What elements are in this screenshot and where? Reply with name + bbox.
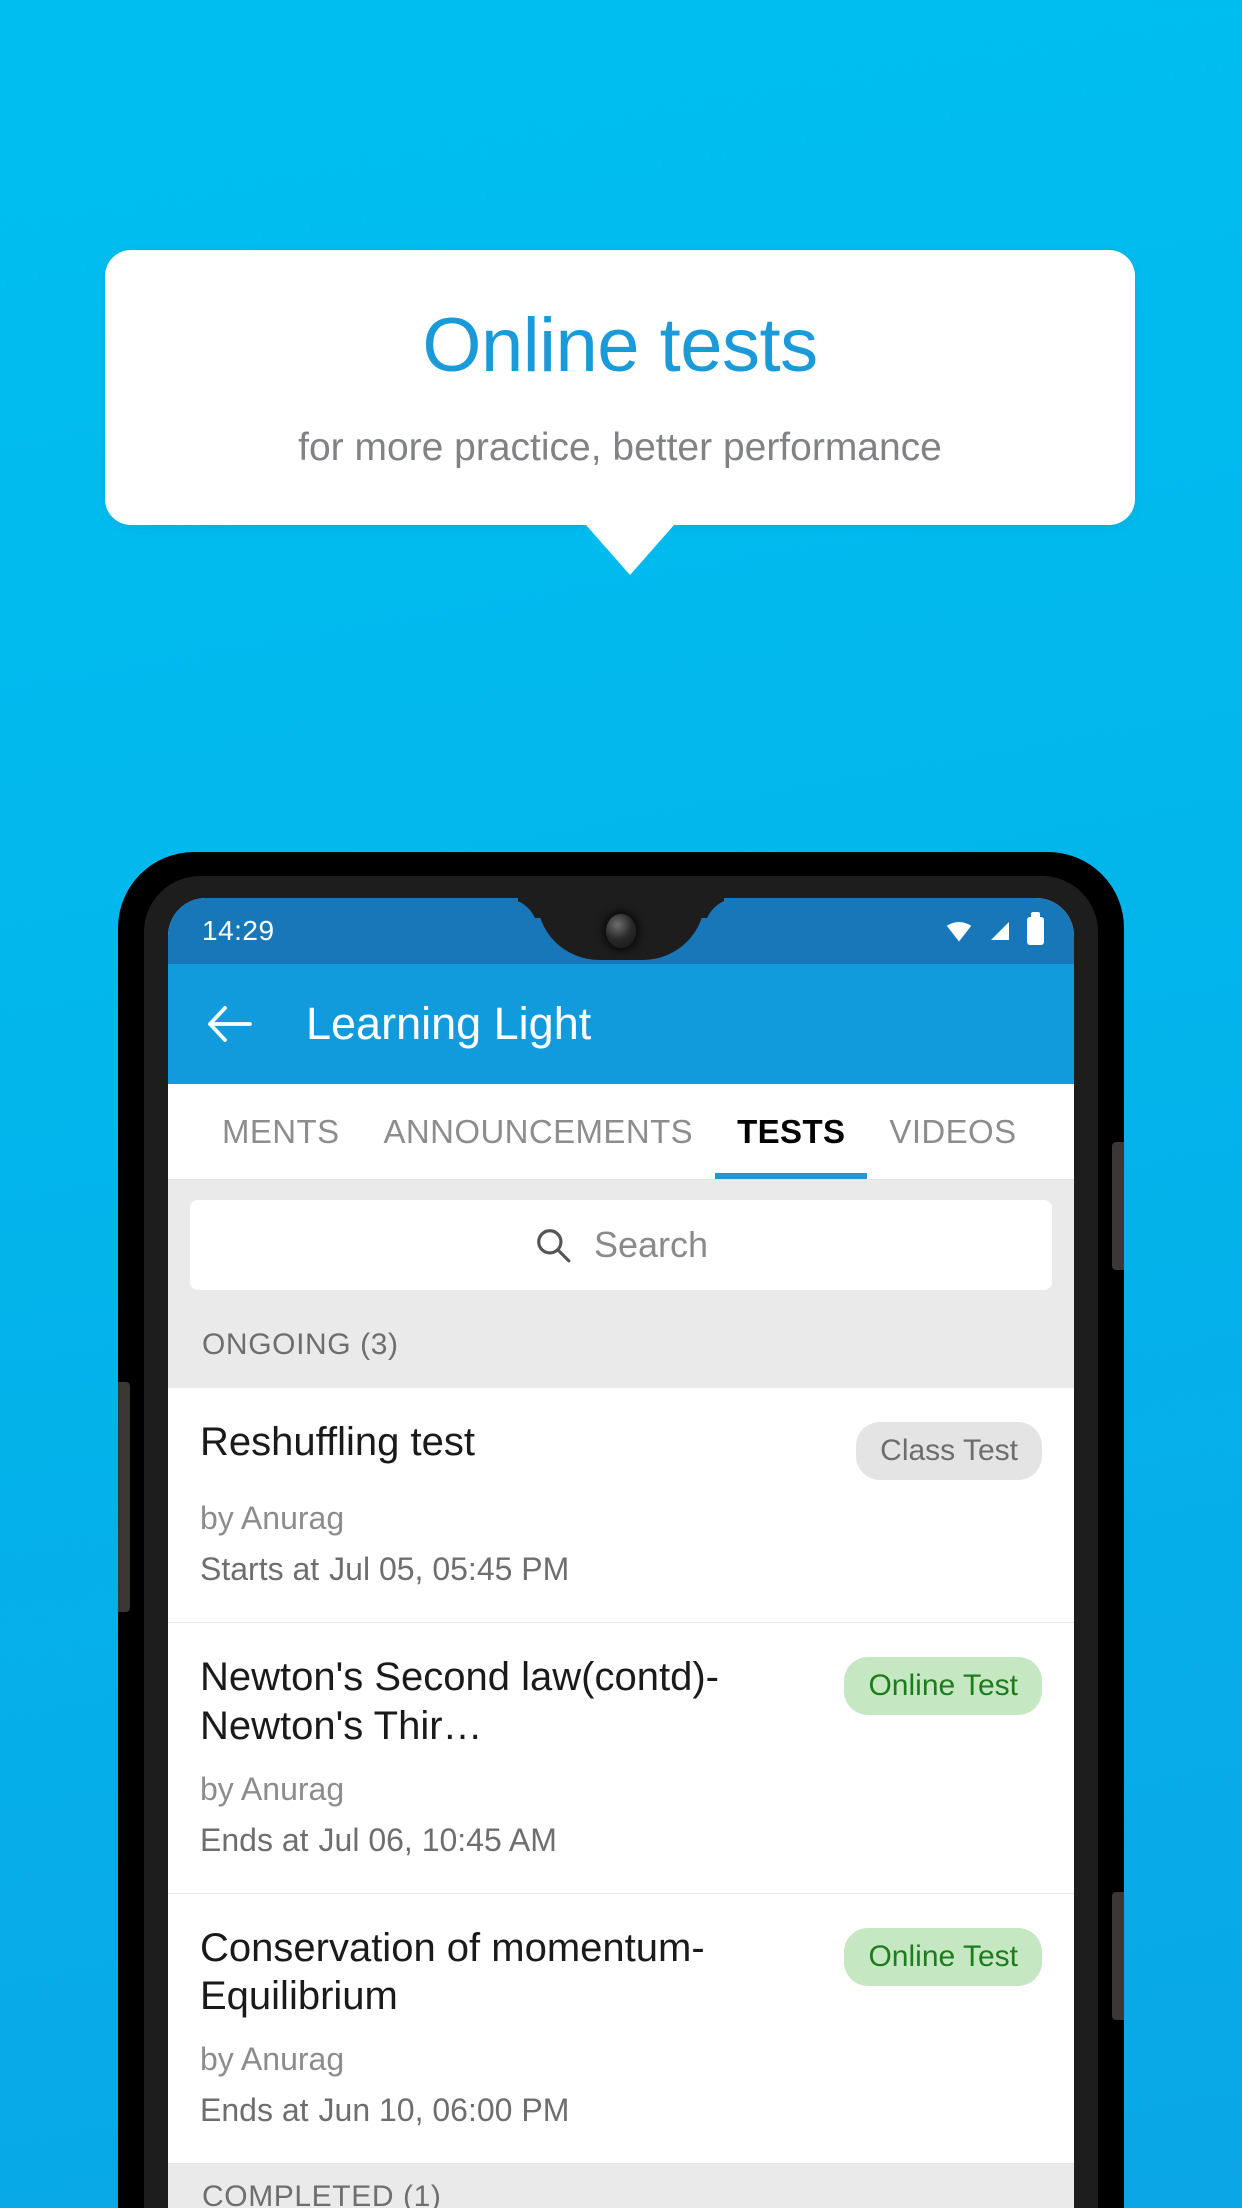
status-bar: 14:29: [168, 898, 1074, 964]
wifi-icon: [946, 921, 972, 942]
test-schedule-label: Starts at: [200, 1551, 320, 1587]
search-placeholder: Search: [593, 1224, 709, 1265]
test-author: by Anurag: [200, 1770, 345, 1807]
app-bar-title: Learning Light: [306, 998, 592, 1049]
test-schedule: Ends at Jul 06, 10:45 AM: [200, 1822, 1042, 1859]
tests-content: Search ONGOING (3) Reshuffling test Clas…: [168, 1180, 1074, 2208]
back-arrow-icon[interactable]: [206, 1004, 254, 1044]
tab-bar: MENTS ANNOUNCEMENTS TESTS VIDEOS: [168, 1084, 1074, 1180]
phone-mockup: 14:29 Learning Light MENTS ANNOUNCEMENTS…: [118, 852, 1124, 2208]
promo-tooltip: Online tests for more practice, better p…: [105, 250, 1135, 576]
test-list-item[interactable]: Reshuffling test Class Test by Anurag St…: [168, 1388, 1074, 1623]
promo-subtitle: for more practice, better performance: [298, 425, 942, 469]
test-schedule: Starts at Jul 05, 05:45 PM: [200, 1551, 1042, 1588]
search-icon: [537, 1229, 571, 1263]
test-item-header: Reshuffling test Class Test: [200, 1418, 1042, 1480]
test-type-badge: Online Test: [844, 1657, 1042, 1715]
test-title: Newton's Second law(contd)-Newton's Thir…: [200, 1655, 719, 1748]
test-type-badge: Online Test: [844, 1927, 1042, 1986]
test-title: Reshuffling test: [200, 1420, 475, 1464]
search-input[interactable]: Search: [190, 1200, 1052, 1290]
promo-title: Online tests: [422, 303, 818, 388]
phone-bezel: 14:29 Learning Light MENTS ANNOUNCEMENTS…: [144, 876, 1098, 2208]
front-camera-icon: [606, 914, 636, 948]
test-schedule-label: Ends at: [200, 2092, 309, 2129]
test-item-header: Conservation of momentum-Equilibrium Onl…: [200, 1924, 1042, 2022]
section-header-ongoing: ONGOING (3): [168, 1312, 1074, 1388]
phone-screen: 14:29 Learning Light MENTS ANNOUNCEMENTS…: [168, 898, 1074, 2208]
test-type-badge: Class Test: [856, 1422, 1042, 1480]
test-schedule-value: Jun 10, 06:00 PM: [318, 2092, 570, 2129]
test-schedule-label: Ends at: [200, 1821, 309, 1858]
phone-volume-button[interactable]: [1112, 1142, 1124, 1270]
phone-left-button[interactable]: [118, 1382, 130, 1612]
tab-assignments[interactable]: MENTS: [200, 1084, 362, 1179]
test-schedule-value: Jul 06, 10:45 AM: [318, 1821, 557, 1858]
promo-card: Online tests for more practice, better p…: [105, 250, 1135, 526]
test-item-header: Newton's Second law(contd)-Newton's Thir…: [200, 1653, 1042, 1751]
signal-icon: [991, 922, 1009, 940]
app-bar: Learning Light: [168, 964, 1074, 1084]
tab-announcements[interactable]: ANNOUNCEMENTS: [362, 1084, 716, 1179]
test-list-item[interactable]: Conservation of momentum-Equilibrium Onl…: [168, 1893, 1074, 2165]
test-title: Conservation of momentum-Equilibrium: [200, 1925, 705, 2019]
test-author: by Anurag: [200, 1500, 345, 1536]
test-schedule-value: Jul 05, 05:45 PM: [329, 1551, 570, 1587]
search-container: Search: [168, 1180, 1074, 1312]
phone-power-button[interactable]: [1112, 1892, 1124, 2020]
tab-tests[interactable]: TESTS: [715, 1084, 868, 1179]
section-header-completed: COMPLETED (1): [168, 2164, 1074, 2208]
tooltip-pointer-icon: [586, 525, 674, 576]
status-bar-time: 14:29: [202, 915, 275, 946]
test-list-item[interactable]: Newton's Second law(contd)-Newton's Thir…: [168, 1623, 1074, 1894]
test-schedule: Ends at Jun 10, 06:00 PM: [200, 2092, 1042, 2129]
battery-icon: [1027, 912, 1044, 945]
test-author: by Anurag: [200, 2041, 345, 2078]
tab-videos[interactable]: VIDEOS: [867, 1084, 1038, 1179]
status-bar-icons: [945, 912, 1044, 945]
